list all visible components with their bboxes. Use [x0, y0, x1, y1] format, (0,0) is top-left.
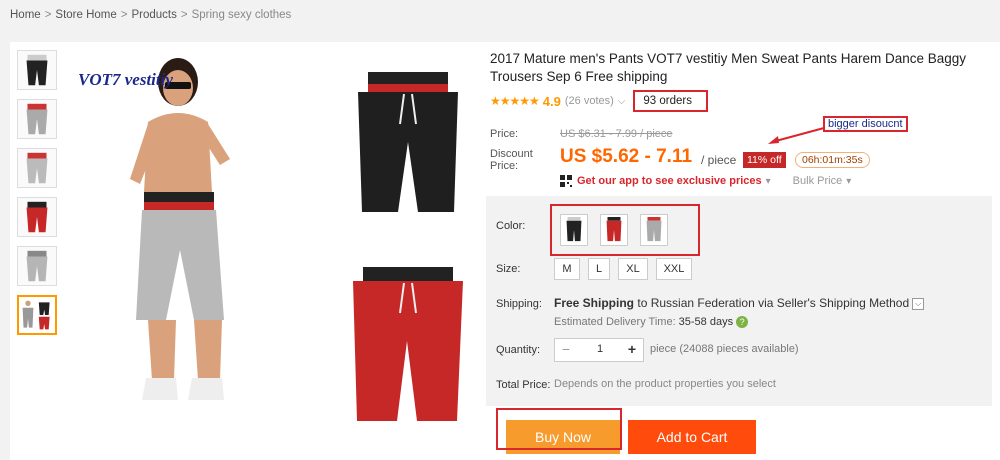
product-title: 2017 Mature men's Pants VOT7 vestitiy Me… [490, 51, 967, 84]
chevron-down-icon[interactable]: ⌵ [912, 297, 925, 310]
bulk-price-link[interactable]: Bulk Price [793, 175, 843, 187]
quantity-input[interactable]: 1 [585, 343, 615, 355]
star-rating-icon: ★★★★★ [490, 94, 540, 108]
add-to-cart-button[interactable]: Add to Cart [628, 420, 756, 454]
breadcrumb-separator: > [120, 9, 128, 21]
breadcrumb: Home > Store Home > Products > Spring sexy clo… [10, 9, 291, 21]
size-label: Size: [496, 263, 521, 275]
annotation-arrow-icon [768, 127, 825, 144]
orders-count: 93 orders [633, 90, 708, 112]
thumbnail-black-pants[interactable] [17, 50, 57, 90]
options-panel: Color: Size: M L XL XXL Shipping: Free S… [486, 196, 992, 406]
qr-code-icon [560, 175, 572, 187]
size-option-xxl[interactable]: XXL [656, 258, 692, 280]
quantity-label: Quantity: [496, 344, 541, 356]
chevron-down-icon[interactable]: ▾ [766, 176, 771, 187]
size-option-l[interactable]: L [588, 258, 610, 280]
delivery-estimate: Estimated Delivery Time: 35-58 days? [554, 316, 749, 329]
brand-logo-text: VOT7 vestitiy [78, 70, 173, 89]
annotation-callout: bigger disoucnt [823, 116, 908, 132]
size-option-xl[interactable]: XL [618, 258, 648, 280]
price-label: Price: [490, 128, 519, 140]
help-icon[interactable]: ? [736, 316, 749, 329]
quantity-decrease-button[interactable]: − [555, 339, 577, 361]
vote-count[interactable]: (26 votes) [565, 95, 614, 107]
eta-label: Estimated Delivery Time: [554, 316, 676, 328]
product-details: 2017 Mature men's Pants VOT7 vestitiy Me… [474, 42, 1000, 460]
price-block: Price: US $6.31 - 7.99 / piece Discount … [480, 122, 995, 195]
breadcrumb-separator: > [44, 9, 52, 21]
thumbnail-collage[interactable] [17, 295, 57, 335]
color-swatch-group [550, 204, 700, 256]
color-swatch-gray[interactable] [640, 214, 668, 246]
breadcrumb-home[interactable]: Home [10, 9, 41, 21]
color-swatch-black[interactable] [560, 214, 588, 246]
color-label: Color: [496, 220, 526, 232]
breadcrumb-store-home[interactable]: Store Home [55, 9, 116, 21]
color-swatch-red[interactable] [600, 214, 628, 246]
red-pants-image [353, 267, 463, 421]
app-price-link[interactable]: Get our app to see exclusive prices [577, 175, 762, 187]
thumbnail-red-pants[interactable] [17, 197, 57, 237]
product-card: VOT7 vestitiy 2017 Mature men's Pants VO… [10, 42, 1000, 460]
rating-row: ★★★★★ 4.9 (26 votes) ⌵ 93 orders [490, 90, 708, 112]
discount-price-label: Discount Price: [490, 148, 533, 172]
countdown-timer: 06h:01m:35s [795, 152, 870, 168]
app-promo-row: Get our app to see exclusive prices ▾ Bu… [560, 175, 851, 187]
shipping-destination: to Russian Federation via Seller's Shipp… [637, 296, 910, 310]
shipping-method[interactable]: Free Shipping to Russian Federation via … [554, 296, 925, 310]
breadcrumb-products[interactable]: Products [131, 9, 176, 21]
size-option-m[interactable]: M [554, 258, 580, 280]
model-figure [130, 58, 230, 400]
rating-value: 4.9 [542, 93, 561, 109]
per-piece-unit: / piece [701, 153, 737, 167]
quantity-increase-button[interactable]: + [621, 339, 643, 361]
discount-badge: 11% off [743, 152, 786, 168]
breadcrumb-current: Spring sexy clothes [191, 9, 292, 21]
main-product-image[interactable]: VOT7 vestitiy [68, 42, 468, 460]
chevron-down-icon[interactable]: ⌵ [618, 96, 626, 107]
eta-value: 35-58 days [678, 316, 734, 328]
thumbnail-gray-pants[interactable] [17, 99, 57, 139]
chevron-down-icon[interactable]: ▾ [846, 176, 851, 187]
total-price-value: Depends on the product properties you se… [554, 378, 776, 390]
quantity-stepper: − 1 + [554, 338, 644, 362]
total-price-label: Total Price: [496, 379, 551, 391]
product-gallery: VOT7 vestitiy [10, 42, 474, 460]
pieces-available: piece (24088 pieces available) [650, 343, 799, 355]
annotation-highlight-box [496, 408, 622, 450]
thumbnail-list [17, 50, 61, 344]
free-shipping-text: Free Shipping [554, 296, 635, 310]
black-pants-image [358, 72, 458, 212]
shipping-label: Shipping: [496, 298, 542, 310]
original-price: US $6.31 - 7.99 / piece [560, 128, 673, 140]
discount-price: US $5.62 - 7.11 [560, 146, 693, 167]
thumbnail-gray-pants-side[interactable] [17, 148, 57, 188]
breadcrumb-separator: > [180, 9, 188, 21]
thumbnail-gray-pants-back[interactable] [17, 246, 57, 286]
